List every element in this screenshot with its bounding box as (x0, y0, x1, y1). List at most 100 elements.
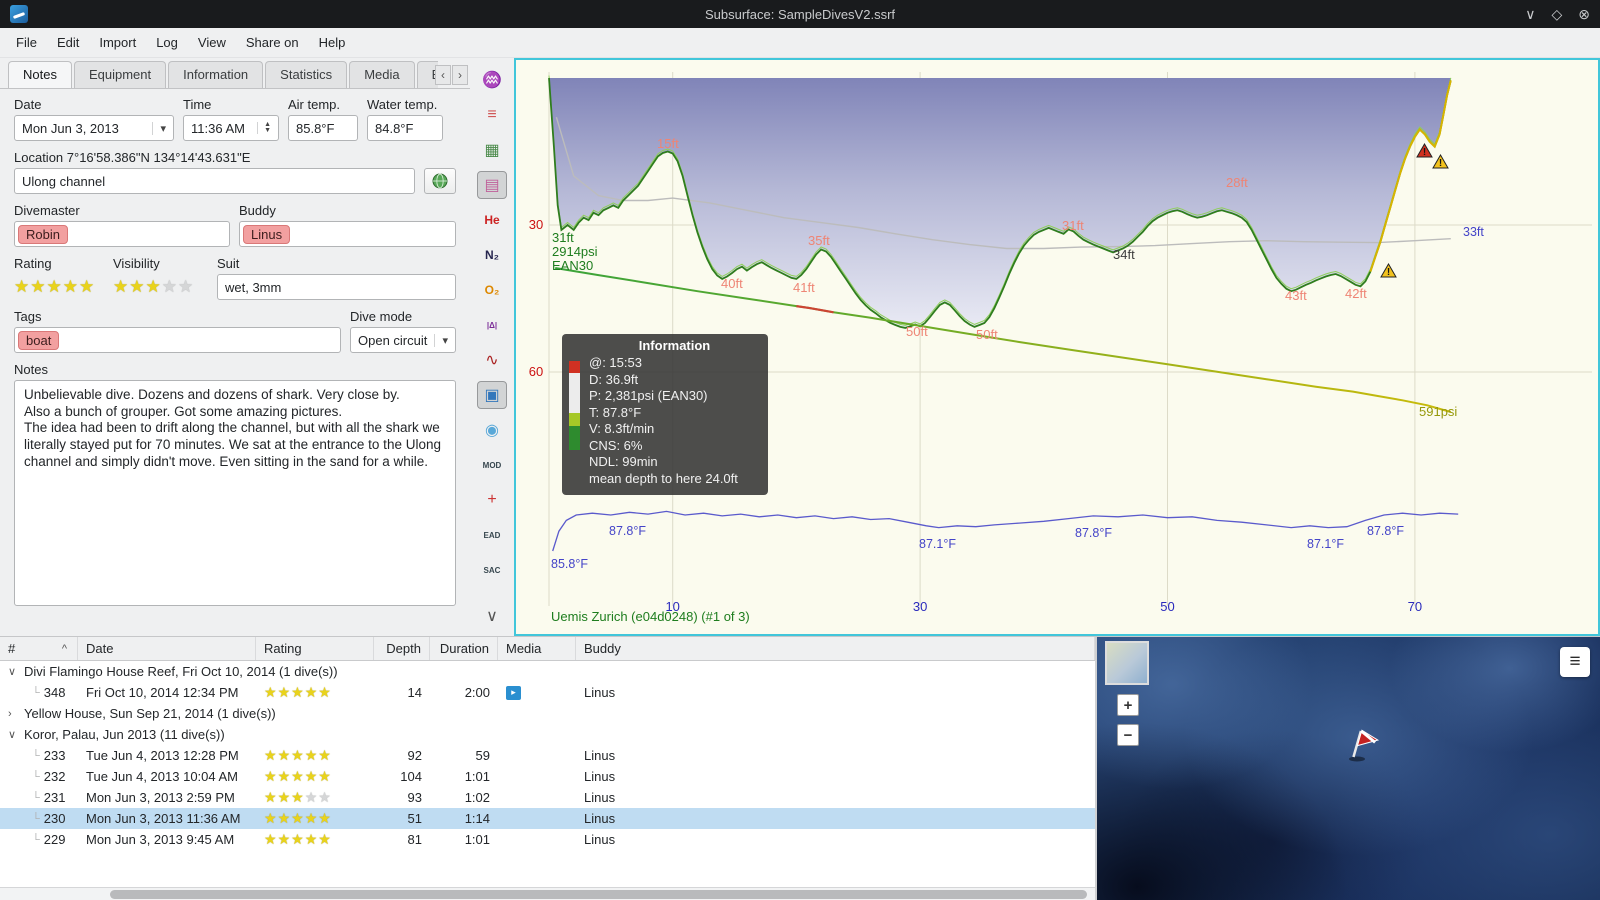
notes-textarea[interactable]: Unbelievable dive. Dozens and dozens of … (14, 380, 456, 606)
star-icon[interactable]: ★ (146, 277, 162, 296)
star-icon[interactable]: ★ (178, 277, 194, 296)
star-icon[interactable]: ★ (47, 277, 63, 296)
tab-scroll-left-icon[interactable]: ‹ (435, 65, 451, 85)
tab-media[interactable]: Media (349, 61, 415, 88)
dive-row[interactable]: └ 348 Fri Oct 10, 2014 12:34 PM ★★★★★ 14 2:00… (0, 682, 1095, 703)
dive-row[interactable]: └ 233 Tue Jun 4, 2013 12:28 PM ★★★★★ 92 59 Lin… (0, 745, 1095, 766)
profile-info-box[interactable]: Information @: 15:53 D: 36.9ft P: 2,381psi… (562, 334, 768, 495)
column-header-buddy[interactable]: Buddy (576, 637, 1095, 660)
map-menu-button[interactable]: ≡ (1560, 647, 1590, 677)
dive-number: 231 (43, 790, 66, 805)
tab-information[interactable]: Information (168, 61, 264, 88)
menu-file[interactable]: File (6, 31, 47, 54)
globe-button[interactable] (424, 168, 456, 194)
pp-window-icon[interactable]: |Δ| (477, 311, 507, 339)
menu-share-on[interactable]: Share on (236, 31, 309, 54)
he-graph-icon[interactable]: He (477, 206, 507, 234)
rating-stars[interactable]: ★★★★★ (14, 274, 104, 300)
minimize-icon[interactable]: ∨ (1525, 6, 1535, 23)
column-header-rating[interactable]: Rating (256, 637, 374, 660)
dive-row[interactable]: └ 232 Tue Jun 4, 2013 10:04 AM ★★★★★ 104 1:01… (0, 766, 1095, 787)
warning-icon[interactable]: ! (1432, 153, 1449, 169)
star-icon[interactable]: ★ (113, 277, 129, 296)
column-header-[interactable]: # ^ (0, 637, 78, 660)
calculated-ceiling-icon[interactable]: ≡ (477, 101, 507, 129)
star-icon: ★ (318, 810, 332, 826)
warning-icon[interactable]: ! (1380, 262, 1397, 278)
dive-trip-row[interactable]: › Yellow House, Sun Sep 21, 2014 (1 dive(… (0, 703, 1095, 724)
dive-flag-marker[interactable] (1337, 722, 1381, 766)
tissues-icon[interactable]: ▤ (477, 171, 507, 199)
column-header-date[interactable]: Date (78, 637, 256, 660)
suit-field[interactable]: wet, 3mm (217, 274, 456, 300)
dive-mode-select[interactable]: Open circuit ▾ (350, 327, 456, 353)
deco-time-icon[interactable]: + (477, 486, 507, 514)
date-field[interactable]: Mon Jun 3, 2013 ▾ (14, 115, 174, 141)
horizontal-scrollbar[interactable] (0, 887, 1095, 900)
water-temp-field[interactable]: 84.8°F (367, 115, 443, 141)
minimap-thumbnail[interactable] (1105, 641, 1149, 685)
visibility-stars[interactable]: ★★★★★ (113, 274, 208, 300)
column-header-media[interactable]: Media (498, 637, 576, 660)
tags-field[interactable]: boat (14, 327, 341, 353)
star-icon[interactable]: ★ (14, 277, 30, 296)
tab-notes[interactable]: Notes (8, 61, 72, 88)
location-field[interactable]: Ulong channel (14, 168, 415, 194)
tab-equipment[interactable]: Equipment (73, 61, 167, 88)
sac-icon[interactable]: SAC (477, 556, 507, 584)
collapse-icon[interactable]: ∨ (8, 728, 22, 741)
dive-row[interactable]: └ 231 Mon Jun 3, 2013 2:59 PM ★★★★★ 93 1:02 Li… (0, 787, 1095, 808)
column-header-depth[interactable]: Depth (374, 637, 430, 660)
menu-log[interactable]: Log (146, 31, 188, 54)
maximize-icon[interactable]: ◇ (1551, 6, 1562, 23)
buddy-chip[interactable]: Linus (243, 224, 291, 244)
scrollbar-thumb[interactable] (110, 890, 1087, 899)
dc-ceiling-icon[interactable]: ♒ (477, 66, 507, 94)
expand-icon[interactable]: › (8, 708, 22, 720)
star-icon[interactable]: ★ (30, 277, 46, 296)
tab-statistics[interactable]: Statistics (265, 61, 348, 88)
column-header-duration[interactable]: Duration (430, 637, 498, 660)
zoom-in-button[interactable]: + (1117, 694, 1139, 716)
o2-graph-icon[interactable]: O₂ (477, 276, 507, 304)
media-icon[interactable]: ▸ (506, 685, 521, 700)
time-field[interactable]: 11:36 AM ▲ ▼ (183, 115, 279, 141)
menu-edit[interactable]: Edit (47, 31, 89, 54)
divemaster-field[interactable]: Robin (14, 221, 230, 247)
collapse-icon[interactable]: ∨ (8, 665, 22, 678)
spinner-icon[interactable]: ▲ ▼ (257, 121, 271, 134)
collapse-toolbar-icon[interactable]: ∨ (477, 602, 507, 630)
menu-import[interactable]: Import (89, 31, 146, 54)
ead-icon[interactable]: EAD (477, 521, 507, 549)
air-temp-field[interactable]: 85.8°F (288, 115, 358, 141)
photos-icon[interactable]: ▣ (477, 381, 507, 409)
star-icon[interactable]: ★ (79, 277, 95, 296)
star-icon[interactable]: ★ (129, 277, 145, 296)
n2-graph-icon[interactable]: N₂ (477, 241, 507, 269)
close-icon[interactable]: ⊗ (1578, 6, 1590, 23)
dive-row[interactable]: └ 229 Mon Jun 3, 2013 9:45 AM ★★★★★ 81 1:01 Li… (0, 829, 1095, 850)
dive-duration-cell: 1:02 (464, 790, 490, 805)
zoom-out-button[interactable]: − (1117, 724, 1139, 746)
menu-help[interactable]: Help (309, 31, 356, 54)
dive-row[interactable]: └ 230 Mon Jun 3, 2013 11:36 AM ★★★★★ 51 1:14 L… (0, 808, 1095, 829)
dive-trip-row[interactable]: ∨ Divi Flamingo House Reef, Fri Oct 10, 2… (0, 661, 1095, 682)
dive-trip-row[interactable]: ∨ Koror, Palau, Jun 2013 (11 dive(s)) (0, 724, 1095, 745)
app-icon (10, 5, 28, 23)
mod-icon[interactable]: MOD (477, 451, 507, 479)
map-panel[interactable]: + − ≡ (1097, 637, 1600, 900)
tag-chip[interactable]: boat (18, 330, 60, 350)
heartrate-icon[interactable]: ∿ (477, 346, 507, 374)
menu-view[interactable]: View (188, 31, 236, 54)
buddy-field[interactable]: Linus (239, 221, 456, 247)
star-icon[interactable]: ★ (63, 277, 79, 296)
ceiling-increments-icon[interactable]: ▦ (477, 136, 507, 164)
tab-scroll-right-icon[interactable]: › (452, 65, 468, 85)
divemaster-chip[interactable]: Robin (18, 224, 68, 244)
depth-label: 42ft (1345, 286, 1367, 301)
gas-bubble-icon[interactable]: ◉ (477, 416, 507, 444)
date-label: Date (14, 97, 42, 112)
dive-profile-panel[interactable]: 15ft 40ft 41ft 35ft 50ft 50ft 31ft 28ft 43ft 42ft… (514, 58, 1600, 636)
warning-icon[interactable]: ! (1416, 142, 1433, 158)
star-icon[interactable]: ★ (162, 277, 178, 296)
